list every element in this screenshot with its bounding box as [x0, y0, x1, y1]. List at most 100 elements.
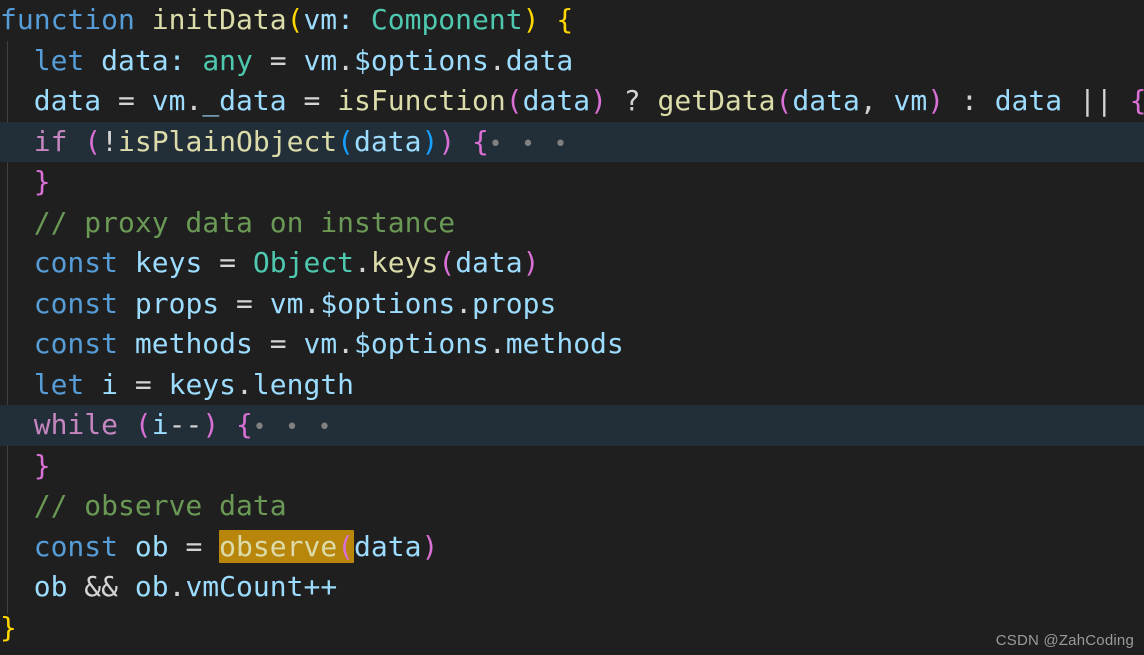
- code-token: ): [421, 529, 439, 563]
- code-line[interactable]: while (i--) {• • •: [0, 405, 1144, 446]
- code-token: data: [354, 124, 422, 158]
- code-token: $options: [320, 286, 456, 320]
- code-editor[interactable]: function initData(vm: Component) { let d…: [0, 0, 1144, 655]
- code-token: data: [522, 84, 591, 117]
- code-line[interactable]: if (!isPlainObject(data)) {• • •: [0, 121, 1144, 162]
- code-token: ob: [33, 570, 68, 603]
- code-line[interactable]: data = vm._data = isFunction(data) ? get…: [0, 81, 1144, 122]
- code-token: (: [286, 3, 304, 36]
- code-token: .: [303, 286, 321, 320]
- code-token: keys: [370, 246, 439, 279]
- code-line[interactable]: const keys = Object.keys(data): [0, 243, 1144, 284]
- code-line[interactable]: let i = keys.length: [0, 365, 1144, 406]
- code-token: :: [960, 84, 978, 117]
- folded-code-indicator[interactable]: • • •: [489, 132, 570, 157]
- code-token: }: [33, 448, 51, 482]
- code-token: .: [488, 43, 506, 77]
- code-token: vmCount: [185, 570, 304, 603]
- code-content[interactable]: function initData(vm: Component) { let d…: [0, 0, 1144, 648]
- folded-code-indicator[interactable]: • • •: [253, 415, 334, 440]
- code-token: observe: [219, 529, 338, 563]
- code-token: =: [236, 286, 253, 320]
- code-line[interactable]: function initData(vm: Component) {: [0, 0, 1144, 41]
- code-line[interactable]: }: [0, 446, 1144, 487]
- code-token: ?: [623, 84, 641, 117]
- code-token: isPlainObject: [118, 124, 338, 158]
- code-token: (: [337, 529, 355, 563]
- code-line[interactable]: const ob = observe(data): [0, 527, 1144, 568]
- code-token: props: [472, 286, 557, 320]
- code-token: .: [337, 43, 355, 77]
- code-token: methods: [134, 327, 253, 360]
- code-token: .: [354, 246, 371, 279]
- code-token: (: [134, 408, 152, 441]
- code-token: keys: [134, 246, 203, 279]
- code-token: isFunction: [337, 84, 506, 117]
- code-token: Component: [370, 3, 523, 36]
- code-token: vm: [303, 3, 338, 36]
- code-token: i: [101, 367, 119, 401]
- code-line[interactable]: // proxy data on instance: [0, 203, 1144, 244]
- code-token: length: [252, 367, 355, 401]
- code-token: ||: [1078, 84, 1113, 117]
- code-line[interactable]: const methods = vm.$options.methods: [0, 324, 1144, 365]
- code-token: ob: [134, 570, 169, 603]
- code-line[interactable]: }: [0, 162, 1144, 203]
- code-token: ): [202, 408, 220, 441]
- code-token: keys: [168, 367, 237, 401]
- code-token: :: [337, 3, 355, 36]
- code-line[interactable]: let data: any = vm.$options.data: [0, 41, 1144, 82]
- code-token: _data: [202, 84, 287, 117]
- code-token: &&: [84, 570, 119, 603]
- code-token: :: [168, 43, 186, 77]
- code-token: initData: [151, 3, 287, 36]
- code-line[interactable]: ob && ob.vmCount++: [0, 567, 1144, 608]
- code-token: let: [33, 43, 85, 77]
- code-token: ): [421, 124, 439, 158]
- code-line[interactable]: }: [0, 608, 1144, 649]
- code-token: =: [134, 367, 152, 401]
- code-line[interactable]: // observe data: [0, 486, 1144, 527]
- code-token: {: [556, 3, 574, 36]
- code-token: ): [590, 84, 607, 117]
- code-token: i: [151, 408, 169, 441]
- code-token: =: [269, 327, 287, 360]
- code-token: data: [455, 246, 523, 279]
- code-token: Object: [252, 246, 355, 279]
- watermark-label: CSDN @ZahCoding: [995, 632, 1134, 649]
- code-token: (: [505, 84, 523, 117]
- code-token: $options: [354, 327, 489, 360]
- code-line[interactable]: const props = vm.$options.props: [0, 284, 1144, 325]
- code-token: while: [33, 408, 119, 441]
- code-token: =: [118, 84, 135, 117]
- code-token: =: [185, 529, 203, 563]
- code-token: .: [236, 367, 253, 401]
